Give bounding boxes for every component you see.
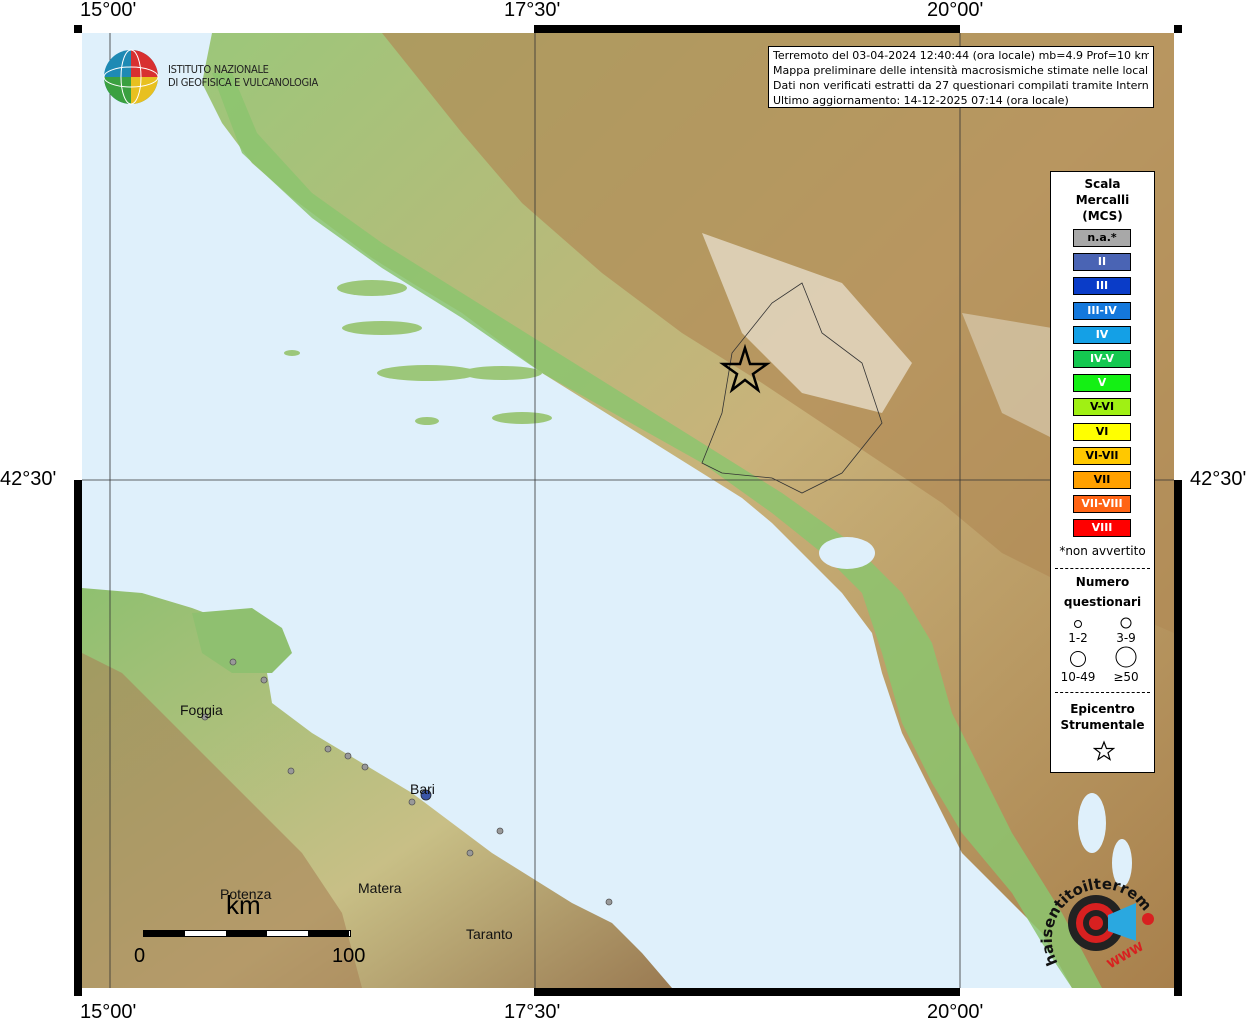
- intensity-legend: Scala Mercalli (MCS) n.a.* II III III-IV IV I…: [1050, 171, 1155, 773]
- legend-item-v-vi: V-VI: [1073, 398, 1131, 417]
- ingv-logo-icon: [102, 48, 160, 106]
- legend-item-iii-iv: III-IV: [1073, 301, 1131, 320]
- count-title1: Numero: [1075, 575, 1130, 589]
- legend-item-ii: II: [1073, 253, 1131, 272]
- city-foggia: Foggia: [180, 702, 223, 718]
- event-info-box: Terremoto del 03-04-2024 12:40:44 (ora l…: [768, 46, 1154, 108]
- city-bari: Bari: [410, 781, 435, 797]
- logo-line1: ISTITUTO NAZIONALE: [168, 63, 269, 76]
- legend-na-note: *non avvertito: [1059, 544, 1146, 558]
- logo-line2: DI GEOFISICA E VULCANOLOGIA: [168, 76, 318, 89]
- lon-label-bottom-15: 15°00': [80, 1001, 137, 1023]
- count-3-9: 3-9: [1116, 631, 1136, 645]
- count-title2: questionari: [1063, 595, 1142, 609]
- count-1-2: 1-2: [1068, 631, 1088, 645]
- epicenter-legend-icon: [1093, 740, 1115, 761]
- scale-end: 100: [332, 945, 366, 967]
- legend-item-iii: III: [1073, 277, 1131, 296]
- lon-label-bottom-1730: 17°30': [504, 1001, 561, 1023]
- haisentito-badge[interactable]: haisentitoilterremoto.it WWW: [1031, 841, 1166, 985]
- legend-title3: (MCS): [1082, 209, 1123, 223]
- lon-label-top-15: 15°00': [80, 0, 137, 21]
- city-taranto: Taranto: [466, 926, 513, 942]
- terrain-map: [82, 33, 1174, 988]
- legend-item-iv-v: IV-V: [1073, 350, 1131, 368]
- lat-label-right: 42°30': [1190, 468, 1247, 490]
- ingv-logo-text: ISTITUTO NAZIONALE DI GEOFISICA E VULCAN…: [168, 63, 318, 89]
- info-line2: Mappa preliminare delle intensità macros…: [773, 64, 1149, 77]
- legend-item-vii-viii: VII-VIII: [1073, 495, 1131, 514]
- info-line1: Terremoto del 03-04-2024 12:40:44 (ora l…: [773, 49, 1149, 62]
- legend-item-na: n.a.*: [1073, 229, 1131, 247]
- legend-title2: Mercalli: [1075, 193, 1130, 207]
- legend-item-viii: VIII: [1073, 519, 1131, 538]
- city-matera: Matera: [358, 880, 402, 896]
- legend-item-vi-vii: VI-VII: [1073, 446, 1131, 465]
- legend-item-vi: VI: [1073, 422, 1131, 441]
- lon-label-bottom-20: 20°00': [927, 1001, 984, 1023]
- count-10-49: 10-49: [1060, 670, 1096, 684]
- lon-label-top-20: 20°00': [927, 0, 984, 21]
- legend-title1: Scala: [1084, 177, 1121, 191]
- info-line4: Ultimo aggiornamento: 14-12-2025 07:14 (…: [773, 94, 1069, 107]
- scale-unit: km: [226, 890, 261, 920]
- legend-item-iv: IV: [1073, 325, 1131, 344]
- legend-item-vii: VII: [1073, 471, 1131, 489]
- epi-title1: Epicentro: [1070, 702, 1135, 716]
- lon-label-top-1730: 17°30': [504, 0, 561, 21]
- info-line3: Dati non verificati estratti da 27 quest…: [773, 79, 1149, 92]
- lat-label-left: 42°30': [0, 468, 57, 490]
- map-area[interactable]: [82, 33, 1174, 988]
- scale-start: 0: [134, 945, 146, 967]
- epi-title2: Strumentale: [1060, 718, 1145, 732]
- count-50: ≥50: [1113, 670, 1139, 684]
- legend-item-v: V: [1073, 374, 1131, 393]
- scale-bar: [143, 930, 351, 937]
